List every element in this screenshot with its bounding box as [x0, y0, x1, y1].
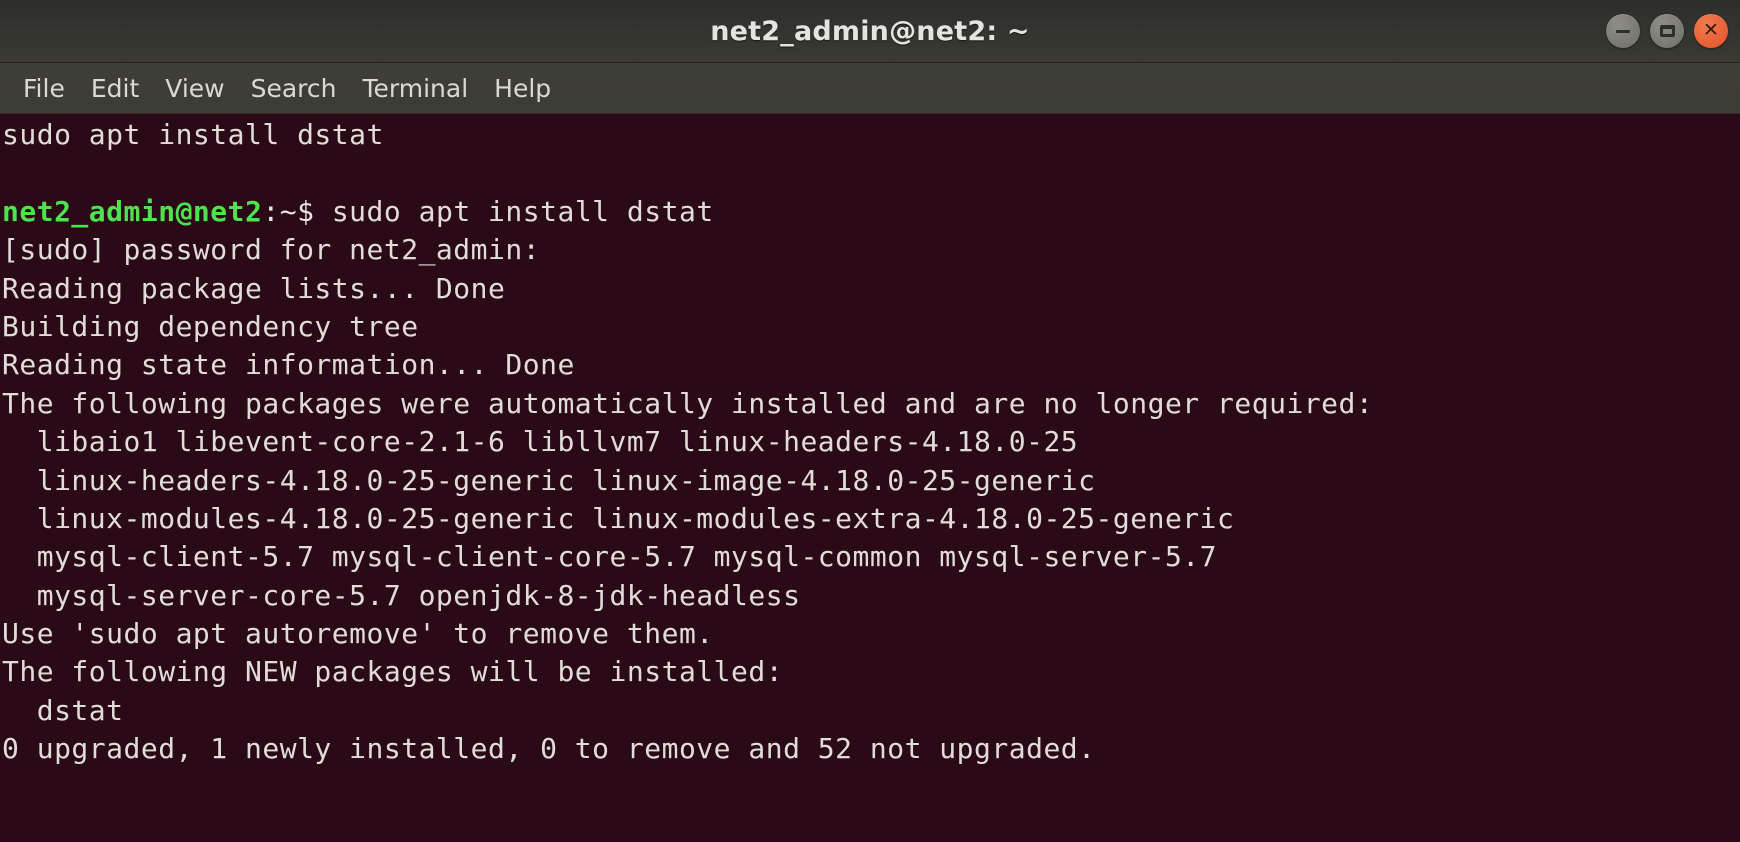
- terminal-line: Reading state information... Done: [2, 348, 575, 382]
- window-title: net2_admin@net2: ~: [710, 15, 1030, 47]
- menu-item-file[interactable]: File: [10, 70, 78, 107]
- close-button[interactable]: ✕: [1694, 14, 1728, 48]
- terminal-line: The following NEW packages will be insta…: [2, 655, 784, 689]
- terminal-line: dstat: [2, 693, 124, 727]
- shell-command: sudo apt install dstat: [331, 194, 714, 228]
- terminal-output-area[interactable]: sudo apt install dstat net2_admin@net2:~…: [0, 114, 1740, 842]
- menubar: File Edit View Search Terminal Help: [0, 63, 1740, 114]
- menu-item-edit[interactable]: Edit: [78, 70, 152, 107]
- menu-item-terminal[interactable]: Terminal: [349, 70, 481, 107]
- terminal-line: Use 'sudo apt autoremove' to remove them…: [2, 617, 714, 651]
- terminal-text: sudo apt install dstat net2_admin@net2:~…: [2, 116, 1740, 769]
- terminal-line: Reading package lists... Done: [2, 271, 506, 305]
- minimize-button[interactable]: [1606, 14, 1640, 48]
- menu-item-help[interactable]: Help: [481, 70, 564, 107]
- maximize-button[interactable]: [1650, 14, 1684, 48]
- maximize-icon: [1659, 25, 1675, 37]
- terminal-line: The following packages were automaticall…: [2, 386, 1374, 420]
- terminal-line: linux-modules-4.18.0-25-generic linux-mo…: [2, 501, 1235, 535]
- titlebar[interactable]: net2_admin@net2: ~ ✕: [0, 0, 1740, 63]
- menu-item-view[interactable]: View: [152, 70, 237, 107]
- menu-item-search[interactable]: Search: [238, 70, 350, 107]
- terminal-line: Building dependency tree: [2, 309, 419, 343]
- terminal-line: sudo apt install dstat: [2, 118, 384, 151]
- shell-prompt-user: net2_admin@net2: [2, 194, 263, 228]
- terminal-line: [sudo] password for net2_admin:: [2, 233, 541, 267]
- terminal-line: net2_admin@net2:~$ sudo apt install dsta…: [2, 193, 1740, 231]
- terminal-line: mysql-client-5.7 mysql-client-core-5.7 m…: [2, 540, 1218, 574]
- window-controls: ✕: [1606, 14, 1728, 48]
- shell-prompt-path: :~$: [262, 194, 332, 228]
- terminal-line: linux-headers-4.18.0-25-generic linux-im…: [2, 463, 1096, 497]
- terminal-line: libaio1 libevent-core-2.1-6 libllvm7 lin…: [2, 425, 1079, 459]
- minimize-icon: [1616, 29, 1630, 33]
- terminal-line: 0 upgraded, 1 newly installed, 0 to remo…: [2, 732, 1096, 766]
- close-icon: ✕: [1703, 19, 1719, 41]
- terminal-line: mysql-server-core-5.7 openjdk-8-jdk-head…: [2, 578, 801, 612]
- terminal-window: net2_admin@net2: ~ ✕ File Edit View Sear…: [0, 0, 1740, 842]
